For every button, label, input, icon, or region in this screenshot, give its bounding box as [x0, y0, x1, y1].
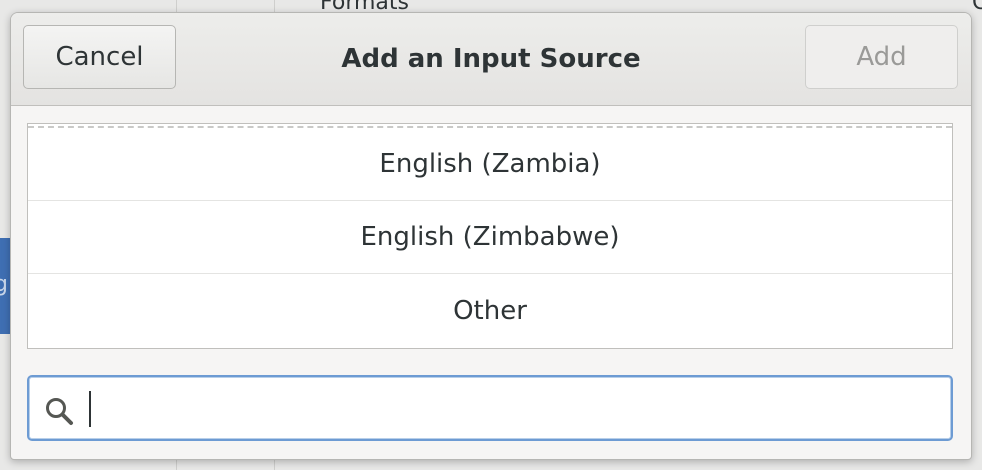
- background-selected-row: g: [0, 238, 10, 334]
- dialog-header: Add an Input Source Cancel Add: [11, 13, 971, 106]
- list-item-other[interactable]: Other: [28, 274, 952, 347]
- search-input[interactable]: [87, 385, 937, 431]
- list-item[interactable]: English (Zimbabwe): [28, 201, 952, 274]
- cancel-button[interactable]: Cancel: [23, 25, 176, 89]
- add-input-source-dialog: Add an Input Source Cancel Add English (…: [10, 12, 972, 460]
- search-icon: [46, 398, 73, 425]
- text-caret: [89, 391, 91, 427]
- add-button[interactable]: Add: [805, 25, 958, 89]
- background-partial-text: g: [0, 272, 8, 297]
- search-field[interactable]: [27, 375, 953, 441]
- input-source-list: English (Zambia) English (Zimbabwe) Othe…: [27, 123, 953, 349]
- list-item[interactable]: English (Zambia): [28, 128, 952, 201]
- background-partial-text: C: [972, 0, 982, 15]
